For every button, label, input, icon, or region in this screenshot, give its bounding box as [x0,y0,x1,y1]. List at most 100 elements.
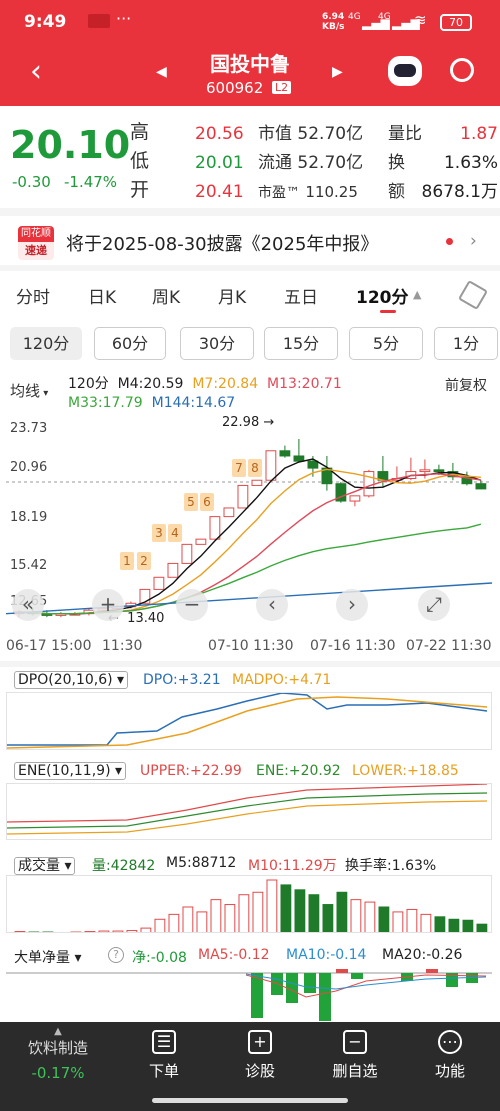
x-tick: 07-16 11:30 [310,638,396,654]
volume-m5: M5:88712 [166,855,237,871]
back-icon[interactable]: ‹ [30,54,42,89]
big-order-title[interactable]: 大单净量 ▾ [14,947,81,967]
signal-marker[interactable]: 5 [184,493,198,511]
chevron-right-icon[interactable]: › [470,231,477,251]
ma-line [18,458,482,615]
volume-bar [42,931,54,932]
net-speed: 6.94 KB/s [322,12,345,32]
scroll-right-icon[interactable]: › [336,589,368,621]
zoom-in-icon[interactable]: + [92,589,124,621]
signal-type-2: 4G [378,12,391,22]
volume-bar [406,908,418,932]
ene-mid: ENE:+20.92 [256,763,341,779]
volume-bar [112,930,124,932]
period-button-0[interactable]: 120分 [10,327,82,360]
robot-assistant-icon[interactable] [388,56,422,86]
period-button-5[interactable]: 1分 [434,327,498,360]
volume-title[interactable]: 成交量 ▾ [14,855,76,875]
signal-marker[interactable]: 1 [120,552,134,570]
signal-marker[interactable]: 6 [200,493,214,511]
volume-chart [6,875,492,933]
cap-block: 市值 52.70亿 流通 52.70亿 市盈™ 110.25 [258,124,364,201]
signal-marker[interactable]: 8 [248,459,262,477]
notice-text[interactable]: 将于2025-08-30披露《2025年中报》 [66,230,378,256]
dpo-title[interactable]: DPO(20,10,6) ▾ [14,671,129,689]
function-button[interactable]: ⋯ 功能 [400,1022,500,1111]
status-bar: 9:49 ··· 6.94 KB/s 4G ▂▄▆ 4G ▂▄▆ ≋ 70 [0,0,500,44]
home-indicator [152,1098,348,1103]
volume-bar [224,904,236,932]
next-stock-icon[interactable]: ▶ [332,64,343,80]
period-button-3[interactable]: 15分 [264,327,338,360]
diagnose-icon: + [248,1030,272,1054]
candle [279,450,291,457]
ma-line [18,473,482,615]
stock-code: 600962 [206,79,264,97]
volume-bar [392,911,404,932]
zoom-out-icon[interactable]: − [176,589,208,621]
volume-bar [280,884,292,932]
adjust-mode[interactable]: 前复权 [445,375,487,395]
volume-value: 量:42842 [92,858,156,874]
help-icon[interactable]: ? [108,947,124,963]
last-price: 20.10 [10,123,131,167]
level-badge: L2 [272,81,292,94]
x-tick: 07-10 11:30 [208,638,294,654]
y-tick: 15.42 [10,558,48,573]
candle [167,562,179,578]
tab-5[interactable]: 120分 [356,283,409,308]
tab-2[interactable]: 周K [152,283,180,308]
volume-bar [70,931,82,932]
signal-marker[interactable]: 2 [137,552,151,570]
search-icon[interactable] [450,58,474,82]
candle [153,576,165,590]
x-tick: 07-22 11:30 [406,638,492,654]
big-ma10: MA10:-0.14 [286,947,367,963]
stock-name: 国投中鲁 [210,52,290,76]
period-button-2[interactable]: 30分 [180,327,254,360]
signal-marker[interactable]: 3 [152,524,166,542]
max-annotation: 22.98 → [222,415,275,430]
tab-3[interactable]: 月K [218,283,246,308]
divider [0,265,500,271]
fullscreen-icon[interactable]: ⤢ [418,589,450,621]
candle [209,516,221,540]
volume-bar [350,899,362,932]
divider [0,208,500,216]
sector-button[interactable]: ▲ 饮料制造 -0.17% [8,1022,108,1111]
signal-marker[interactable]: 7 [232,459,246,477]
period-button-4[interactable]: 5分 [349,327,423,360]
tab-4[interactable]: 五日 [284,283,318,308]
candle [223,507,235,518]
scroll-left-fast-icon[interactable]: « [12,589,44,621]
turnover-value: 换手率:1.63% [345,858,437,874]
x-tick: 11:30 [102,638,143,654]
ma-legend: 120分 M4:20.59 M7:20.84 M13:20.71 M33:17.… [68,376,342,411]
app-notification-icon [88,14,110,28]
y-tick: 23.73 [10,421,48,436]
ma-label[interactable]: 均线 ▾ [10,380,48,401]
big-ma5: MA5:-0.12 [198,947,270,963]
tab-1[interactable]: 日K [88,283,116,308]
more-icon: ⋯ [438,1030,462,1054]
settings-icon[interactable] [457,279,489,311]
clock: 9:49 [24,12,67,32]
minus-icon: − [343,1030,367,1054]
unread-dot [446,238,453,245]
order-icon: ☰ [152,1030,176,1054]
hlo-values: 20.56 20.01 20.41 [195,124,244,202]
signal-marker[interactable]: 4 [168,524,182,542]
volume-bar [154,918,166,932]
volume-bar [210,899,222,932]
ene-title[interactable]: ENE(10,11,9) ▾ [14,762,127,780]
candle [195,538,207,545]
price-change: -0.30 [12,173,51,191]
scroll-left-icon[interactable]: ‹ [256,589,288,621]
volume-m10: M10:11.29万 [248,858,337,874]
period-button-1[interactable]: 60分 [94,327,166,360]
prev-stock-icon[interactable]: ◀ [156,64,167,80]
candle [181,543,193,564]
volume-bar [84,931,96,932]
tab-0[interactable]: 分时 [16,283,50,308]
battery-icon: 70 [440,14,472,31]
